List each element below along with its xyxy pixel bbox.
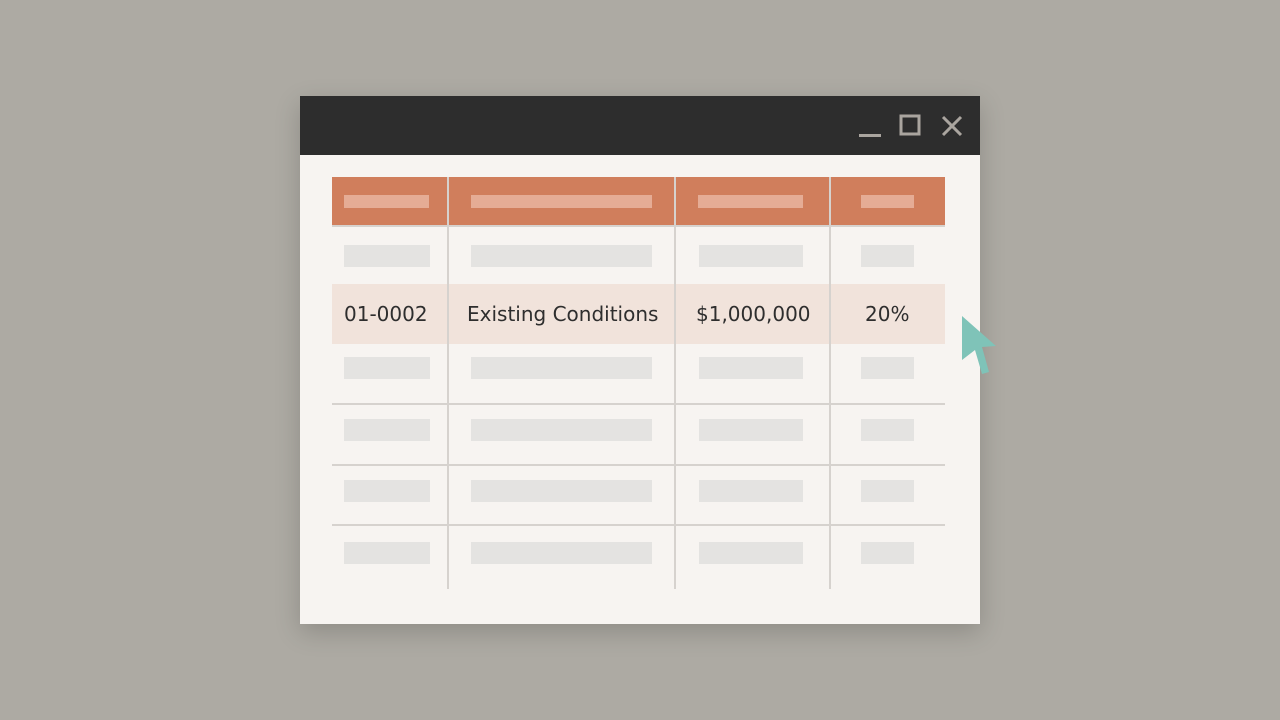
minimize-icon — [859, 134, 881, 137]
column-divider — [674, 177, 676, 589]
table-row[interactable] — [332, 405, 945, 465]
table-row-selected[interactable]: 01-0002 Existing Conditions $1,000,000 2… — [332, 284, 945, 344]
table-row[interactable] — [332, 526, 945, 586]
mouse-pointer-icon — [962, 316, 996, 374]
cell-placeholder — [344, 480, 430, 502]
column-divider — [447, 177, 449, 589]
minimize-button[interactable] — [856, 112, 884, 140]
stage: 01-0002 Existing Conditions $1,000,000 2… — [0, 0, 1280, 720]
cell-placeholder — [344, 357, 430, 379]
cell-placeholder — [471, 480, 652, 502]
cost-table: 01-0002 Existing Conditions $1,000,000 2… — [332, 177, 945, 589]
table-row[interactable] — [332, 343, 945, 403]
cell-placeholder — [699, 480, 803, 502]
header-placeholder-description — [471, 195, 652, 208]
column-divider — [829, 177, 831, 589]
close-icon — [941, 115, 963, 137]
cell-amount: $1,000,000 — [696, 302, 811, 326]
cell-placeholder — [344, 419, 430, 441]
cell-placeholder — [861, 245, 914, 267]
cell-placeholder — [699, 542, 803, 564]
cell-placeholder — [861, 357, 914, 379]
cell-placeholder — [471, 357, 652, 379]
cell-placeholder — [471, 419, 652, 441]
cell-placeholder — [861, 542, 914, 564]
maximize-button[interactable] — [896, 112, 924, 140]
cell-placeholder — [861, 480, 914, 502]
cell-placeholder — [861, 419, 914, 441]
title-bar[interactable] — [300, 96, 980, 155]
cell-percent: 20% — [865, 302, 910, 326]
table-header — [332, 177, 945, 225]
cell-placeholder — [699, 245, 803, 267]
header-placeholder-amount — [698, 195, 803, 208]
cell-placeholder — [344, 245, 430, 267]
table-row[interactable] — [332, 227, 945, 287]
cell-description: Existing Conditions — [467, 302, 659, 326]
cell-placeholder — [471, 542, 652, 564]
close-button[interactable] — [938, 112, 966, 140]
header-placeholder-percent — [861, 195, 914, 208]
maximize-icon — [899, 114, 921, 136]
cell-placeholder — [699, 357, 803, 379]
table-row[interactable] — [332, 466, 945, 526]
header-placeholder-code — [344, 195, 429, 208]
cell-code: 01-0002 — [344, 302, 428, 326]
app-window: 01-0002 Existing Conditions $1,000,000 2… — [300, 96, 980, 624]
cell-placeholder — [344, 542, 430, 564]
cell-placeholder — [471, 245, 652, 267]
cell-placeholder — [699, 419, 803, 441]
